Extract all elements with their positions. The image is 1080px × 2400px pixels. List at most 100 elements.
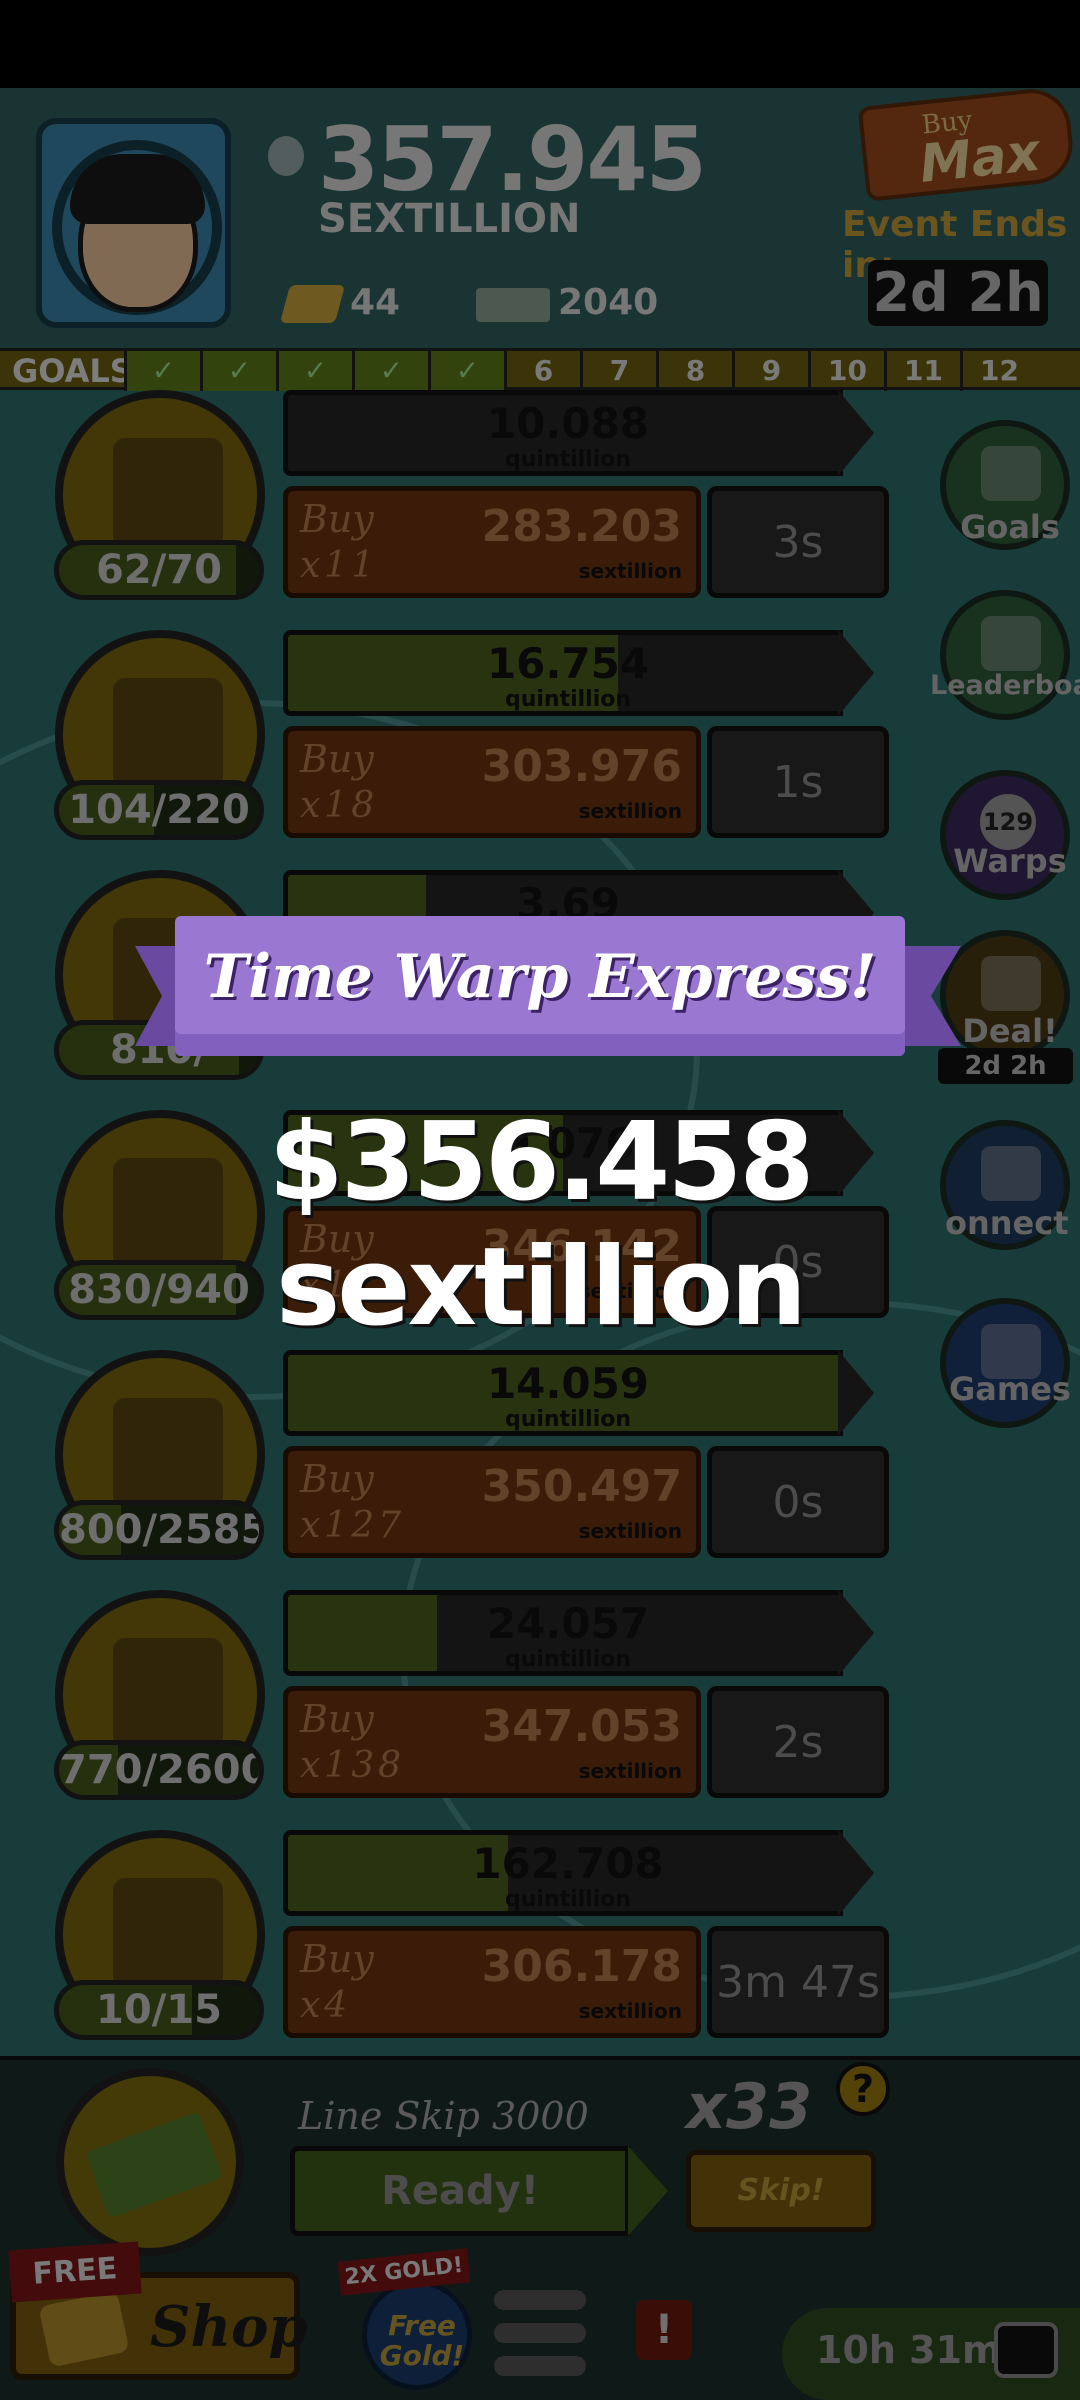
business-progress[interactable]: 16.754 quintillion [283, 630, 874, 716]
goal-step: 10 [808, 351, 884, 391]
buy-quantity: x4 [300, 1985, 352, 2026]
buy-price: 350.497 [481, 1461, 682, 1512]
event-title: Time Warp Express! [203, 942, 877, 1012]
megabucks-icon [476, 288, 550, 322]
business-count: 800/2585 [54, 1500, 264, 1560]
business-art-icon [113, 678, 223, 788]
goal-check-icon: ✓ [124, 351, 200, 391]
buy-label: Buy [300, 497, 374, 541]
buy-label: Buy [300, 737, 374, 781]
gold-count: 44 [350, 282, 401, 323]
cash-icon [85, 2111, 223, 2219]
free-gold-button[interactable]: 2X GOLD! Free Gold! [337, 2248, 472, 2390]
player-avatar[interactable] [36, 118, 231, 328]
business-timer: 1s [707, 726, 889, 838]
event-reward: $356.458 sextillion [268, 1100, 814, 1350]
warps-label: Warps [953, 842, 1067, 880]
business-art-icon [113, 1878, 223, 1988]
tv-icon [994, 2322, 1058, 2378]
buy-quantity: x127 [300, 1505, 406, 1546]
business-row: 800/2585 14.059 quintillion Buy x127 350.497 s… [0, 1350, 900, 1592]
goal-step: 8 [656, 351, 732, 391]
progress-value: 16.754 [486, 639, 650, 688]
goals-side-label: Goals [960, 508, 1060, 546]
buy-label: Buy [300, 1937, 374, 1981]
buy-price-unit: sextillion [578, 1999, 682, 2023]
alert-icon[interactable]: ! [636, 2300, 692, 2360]
line-skip-status-tip [628, 2146, 668, 2236]
business-count: 10/15 [54, 1980, 264, 2040]
progress-unit: quintillion [504, 1647, 632, 1672]
gold-pile-icon [981, 956, 1041, 1011]
buy-button[interactable]: Buy x11 283.203 sextillion [283, 486, 701, 598]
business-art-icon [113, 1638, 223, 1748]
business-progress[interactable]: 162.708 quintillion [283, 1830, 874, 1916]
line-skip-title: Line Skip 3000 [298, 2094, 589, 2138]
buy-button[interactable]: Buy x127 350.497 sextillion [283, 1446, 701, 1558]
buy-price: 283.203 [481, 501, 682, 552]
buy-quantity: x11 [300, 545, 379, 586]
line-skip-status: Ready! [290, 2146, 630, 2236]
goal-step: 7 [580, 351, 656, 391]
status-bar [0, 0, 1080, 88]
goal-step: 6 [504, 351, 580, 391]
goal-check-icon: ✓ [428, 351, 504, 391]
video-reward-button[interactable]: 10h 31m [782, 2308, 1080, 2400]
business-row: 104/220 16.754 quintillion Buy x18 303.976 sex… [0, 630, 900, 872]
business-art-icon [113, 1398, 223, 1508]
free-gold-label: Free Gold! [379, 2309, 465, 2372]
buy-price-unit: sextillion [578, 1519, 682, 1543]
goal-check-icon: ✓ [352, 351, 428, 391]
hamburger-menu-icon[interactable] [494, 2290, 586, 2376]
business-progress[interactable]: 10.088 quintillion [283, 390, 874, 476]
business-progress[interactable]: 24.057 quintillion [283, 1590, 874, 1676]
goal-step: 9 [732, 351, 808, 391]
checklist-icon [981, 446, 1041, 501]
progress-unit: quintillion [504, 687, 632, 712]
goal-check-icon: ✓ [276, 351, 352, 391]
progress-value: 10.088 [486, 399, 650, 448]
free-tag: FREE [8, 2241, 142, 2303]
business-row: 10/15 162.708 quintillion Buy x4 306.178 sexti… [0, 1830, 900, 2072]
buy-price-unit: sextillion [578, 799, 682, 823]
gold-icon [38, 2290, 130, 2368]
business-timer: 3m 47s [707, 1926, 889, 2038]
event-ribbon: Time Warp Express! [135, 916, 961, 1066]
progress-unit: quintillion [504, 1407, 632, 1432]
buy-price: 306.178 [481, 1941, 682, 1992]
leaderboard-label: Leaderboard [930, 670, 1080, 701]
business-timer: 3s [707, 486, 889, 598]
buy-button[interactable]: Buy x4 306.178 sextillion [283, 1926, 701, 2038]
goal-step: 12 [960, 351, 1036, 391]
buy-button[interactable]: Buy x18 303.976 sextillion [283, 726, 701, 838]
progress-value: 14.059 [486, 1359, 650, 1408]
buy-price-unit: sextillion [578, 1759, 682, 1783]
goal-check-icon: ✓ [200, 351, 276, 391]
goals-label: GOALS [12, 352, 133, 390]
business-count: 770/2600 [54, 1740, 264, 1800]
skip-button[interactable]: Skip! [686, 2150, 876, 2232]
event-time: 2d 2h [868, 260, 1048, 326]
goals-bar[interactable]: GOALS ✓ ✓ ✓ ✓ ✓ 6 7 8 9 10 11 12 [0, 348, 1080, 391]
buy-price: 347.053 [481, 1701, 682, 1752]
buy-button[interactable]: Buy x138 347.053 sextillion [283, 1686, 701, 1798]
business-art-icon [113, 438, 223, 548]
buy-label: Buy [300, 1697, 374, 1741]
shop-label: Shop [150, 2294, 308, 2360]
line-skip-icon[interactable] [56, 2068, 244, 2256]
buy-label: Buy [300, 1457, 374, 1501]
business-row: 770/2600 24.057 quintillion Buy x138 347.053 s… [0, 1590, 900, 1832]
progress-unit: quintillion [504, 447, 632, 472]
warps-button[interactable]: 129 [940, 770, 1070, 900]
buy-quantity: x138 [300, 1745, 406, 1786]
business-count: 104/220 [54, 780, 264, 840]
help-icon[interactable]: ? [836, 2062, 890, 2116]
business-count: 62/70 [54, 540, 264, 600]
line-skip-multiplier: x33 [686, 2070, 813, 2143]
deal-time: 2d 2h [938, 1048, 1073, 1084]
games-label: Games [949, 1370, 1071, 1408]
goal-step: 11 [884, 351, 960, 391]
business-progress[interactable]: 14.059 quintillion [283, 1350, 874, 1436]
trophy-icon [981, 616, 1041, 671]
progress-value: 162.708 [472, 1839, 664, 1888]
